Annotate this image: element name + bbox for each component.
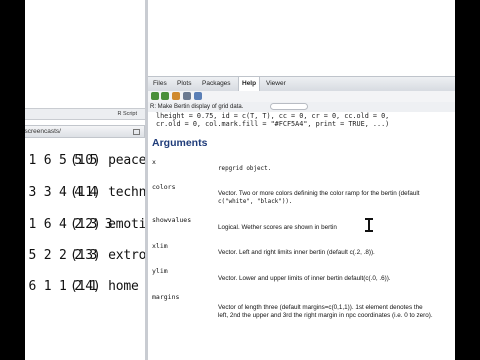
forward-icon[interactable] [161, 92, 169, 100]
letterbox-right [455, 0, 480, 360]
tab-viewer[interactable]: Viewer [263, 77, 289, 91]
arg-desc: c("white", "black")). [218, 199, 293, 205]
arg-desc: Vector of length three (default margins=… [218, 304, 423, 311]
usage-line: cr.old = 0, col.mark.fill = "#FCF5A4", p… [156, 120, 390, 128]
home-icon[interactable] [172, 92, 180, 100]
environment-pane [148, 0, 458, 74]
maximize-icon[interactable] [133, 129, 140, 135]
arg-desc: left, 2nd the upper and 3rd the right ma… [218, 312, 433, 319]
rstudio-screen: R Script repGrid/screencasts/ 4 4 1 6 5 … [0, 0, 480, 360]
usage-line: lheight = 0.75, id = c(T, T), cc = 0, cr… [156, 112, 390, 120]
tab-files[interactable]: Files [150, 77, 170, 91]
arg-desc: Vector. Two or more colors defininig the… [218, 190, 420, 197]
arguments-heading: Arguments [152, 137, 208, 149]
arg-name: colors [152, 183, 176, 191]
find-in-topic-input[interactable] [270, 103, 308, 110]
arg-desc: repgrid object. [218, 166, 272, 172]
help-topic-title[interactable]: R: Make Bertin display of grid data. [150, 102, 243, 112]
arg-name: ylim [152, 267, 168, 275]
arg-desc: Vector. Lower and upper limits of inner … [218, 275, 391, 282]
tab-plots[interactable]: Plots [174, 77, 194, 91]
mouse-pointer-icon [365, 217, 373, 236]
tab-packages[interactable]: Packages [199, 77, 234, 91]
script-type-label[interactable]: R Script [117, 109, 137, 119]
print-icon[interactable] [183, 92, 191, 100]
tab-help[interactable]: Help [238, 77, 261, 91]
help-content[interactable]: lheight = 0.75, id = c(T, T), cc = 0, cr… [148, 112, 458, 360]
arg-name: xlim [152, 242, 168, 250]
pane-tabs: Files Plots Packages Help Viewer [148, 76, 458, 92]
arg-name: x [152, 158, 156, 166]
arg-name: margins [152, 293, 180, 301]
arg-desc: Logical. Wether scores are shown in bert… [218, 224, 337, 231]
letterbox-left [0, 0, 25, 360]
right-column: Files Plots Packages Help Viewer R: Make… [148, 0, 458, 360]
arg-desc: Vector. Left and right limits inner bert… [218, 249, 375, 256]
back-icon[interactable] [151, 92, 159, 100]
popout-icon[interactable] [194, 92, 202, 100]
arg-name: showvalues [152, 216, 192, 224]
